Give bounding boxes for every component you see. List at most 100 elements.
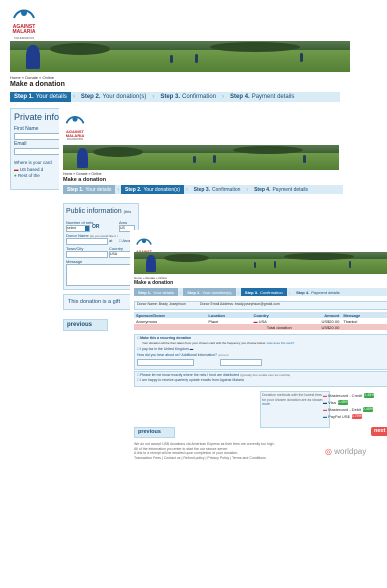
step-num: Step 2. bbox=[80, 94, 101, 100]
chevron-right-icon: › bbox=[288, 289, 291, 295]
step-3-confirmation[interactable]: Step 3. Confirmation bbox=[190, 185, 245, 194]
payment-method-visa[interactable]: ▬ Visa 2.45% bbox=[323, 400, 348, 405]
paypal-icon: ▬ bbox=[323, 414, 327, 419]
message-textarea[interactable] bbox=[66, 264, 133, 286]
us-flag-icon: ▬ bbox=[14, 167, 19, 172]
step-label: Your details bbox=[85, 186, 112, 193]
additional-info-field[interactable] bbox=[220, 359, 262, 366]
chevron-right-icon: › bbox=[246, 186, 249, 193]
public-info-title-suffix: (this bbox=[123, 209, 132, 214]
optional-hint: optional bbox=[217, 353, 229, 357]
step-4-payment[interactable]: Step 4. Payment details bbox=[250, 185, 312, 194]
nets-notice-label: Please let me know exactly where the net… bbox=[140, 373, 240, 377]
step-num: Step 3. bbox=[244, 289, 259, 295]
chevron-right-icon: › bbox=[222, 94, 225, 100]
chevron-right-icon: › bbox=[72, 94, 75, 100]
how-heard-text: How did you hear about us? bbox=[137, 353, 181, 357]
step-2-donations[interactable]: Step 2. Your donation(s) bbox=[77, 92, 151, 102]
recurring-text: Your donation will be then taken from yo… bbox=[142, 341, 294, 345]
payment-method-mastercard-credit[interactable]: ▬ Mastercard - Credit 2.45% bbox=[323, 393, 375, 398]
logo-mosquito-icon bbox=[13, 9, 35, 19]
recurring-desc: Your donation will be then taken from yo… bbox=[142, 341, 266, 345]
card-location-label: Where is your card bbox=[14, 160, 52, 165]
step-1-your-details[interactable]: Step 1. Your details bbox=[134, 288, 178, 296]
checkbox-icon: □ bbox=[137, 347, 140, 351]
footer-links[interactable]: Transaction Fees | Contact us | Refund p… bbox=[134, 456, 304, 461]
nets-notice-option[interactable]: □ Please let me know exactly where the n… bbox=[137, 373, 290, 377]
checkbox-icon: □ bbox=[137, 378, 140, 382]
step-num: Step 2. bbox=[187, 289, 201, 295]
option-rest-label: Rest of the bbox=[17, 173, 40, 178]
cell-country-text: USA bbox=[258, 318, 267, 324]
page-title: Make a donation bbox=[10, 81, 65, 88]
nets-select[interactable]: select bbox=[66, 225, 90, 232]
breadcrumb[interactable]: Home » Donate » Online bbox=[10, 75, 54, 80]
at-label: at bbox=[109, 238, 113, 243]
previous-button[interactable]: previous bbox=[63, 319, 108, 331]
us-flag-icon: ▬ bbox=[253, 318, 258, 324]
fee-badge: 3.75% bbox=[351, 414, 362, 419]
fee-badge: 2.45% bbox=[363, 407, 374, 412]
payment-method-mastercard-debit[interactable]: ▬ Mastercard - Debit 2.45% bbox=[323, 407, 374, 412]
step-label: Payment details bbox=[272, 186, 309, 193]
public-info-title: Public information (this bbox=[66, 208, 131, 215]
step-3-confirmation[interactable]: Step 3. Confirmation bbox=[240, 288, 287, 296]
uk-tax-option[interactable]: □ I pay tax in the United Kingdom ▬ bbox=[137, 347, 193, 351]
step-num: Step 2. bbox=[125, 186, 142, 193]
recurring-option[interactable]: □ Make this a recurring donation bbox=[137, 336, 191, 340]
step-1-your-details[interactable]: Step 1. Your details bbox=[63, 185, 116, 194]
town-field[interactable] bbox=[66, 251, 108, 258]
next-button[interactable]: next bbox=[371, 427, 387, 436]
fee-badge: 2.45% bbox=[364, 393, 375, 398]
checkbox-icon: □ bbox=[137, 336, 140, 340]
layer-confirmation: AGAINST MALARIA Home » Donate » Online M… bbox=[130, 230, 387, 588]
step-2-donations[interactable]: Step 2. Your donation(s) bbox=[183, 288, 236, 296]
visa-icon: ▬ bbox=[323, 400, 327, 405]
payment-method-label: Visa bbox=[328, 400, 336, 405]
recurring-help-link[interactable]: How does this work? bbox=[267, 341, 295, 345]
steps-bar: Step 1. Your details › Step 2. Your donati… bbox=[10, 92, 340, 102]
step-3-confirmation[interactable]: Step 3. Confirmation bbox=[156, 92, 220, 102]
chevron-down-icon bbox=[85, 226, 89, 231]
step-4-payment[interactable]: Step 4. Payment details bbox=[226, 92, 298, 102]
payment-method-paypal[interactable]: ▬ PayPal US$ 3.75% bbox=[323, 414, 362, 419]
amf-logo[interactable]: AGAINST MALARIA FOUNDATION bbox=[63, 112, 87, 141]
first-name-label: First Name bbox=[14, 126, 39, 132]
donor-name-field[interactable] bbox=[66, 238, 108, 245]
hero-banner bbox=[134, 252, 387, 274]
globe-icon: ● bbox=[14, 173, 17, 178]
step-num: Step 4. bbox=[254, 186, 271, 193]
steps-bar: Step 1. Your details › Step 2. Your donati… bbox=[63, 185, 343, 194]
donation-table: Sponsor/Donor Location Country Amount Me… bbox=[134, 312, 387, 330]
breadcrumb[interactable]: Home » Donate » Online bbox=[63, 172, 102, 176]
option-us-based[interactable]: ▬ US based d bbox=[14, 167, 43, 172]
payment-method-label: Mastercard - Debit bbox=[328, 407, 362, 412]
hero-banner bbox=[10, 41, 350, 72]
step-label: Your details bbox=[35, 94, 67, 100]
step-2-donations[interactable]: Step 2. Your donation(s) bbox=[121, 185, 184, 194]
step-label: Confirmation bbox=[260, 289, 283, 295]
how-heard-select[interactable] bbox=[137, 359, 194, 366]
uk-tax-label: I pay tax in the United Kingdom bbox=[140, 347, 189, 351]
logo-mosquito-icon bbox=[65, 116, 85, 124]
hero-banner bbox=[63, 145, 339, 170]
step-4-payment[interactable]: Step 4. Payment details bbox=[292, 288, 344, 296]
payment-method-label: Mastercard - Credit bbox=[328, 393, 363, 398]
amf-logo[interactable]: AGAINST MALARIA FOUNDATION bbox=[10, 6, 38, 40]
previous-button[interactable]: previous bbox=[134, 427, 175, 438]
total-value: US$20.00 bbox=[293, 324, 342, 330]
step-num: Step 1. bbox=[67, 186, 84, 193]
gift-label: This donation is a gift bbox=[68, 299, 120, 305]
step-num: Step 4. bbox=[296, 289, 310, 295]
steps-bar: Step 1. Your details › Step 2. Your donati… bbox=[134, 288, 387, 296]
uk-flag-icon: ▬ bbox=[189, 347, 194, 351]
fees-more-link[interactable]: more bbox=[262, 402, 270, 406]
total-row: Total donation US$20.00 bbox=[134, 324, 387, 330]
updates-option[interactable]: □ I am happy to receive quarterly update… bbox=[137, 378, 244, 382]
option-rest-of-world[interactable]: ● Rest of the bbox=[14, 173, 40, 178]
chevron-right-icon: › bbox=[185, 186, 188, 193]
how-heard-label: How did you hear about us? Additional in… bbox=[137, 353, 228, 357]
nets-select-value: select bbox=[67, 226, 77, 230]
logo-line-2: MALARIA bbox=[12, 29, 36, 36]
step-1-your-details[interactable]: Step 1. Your details bbox=[10, 92, 71, 102]
